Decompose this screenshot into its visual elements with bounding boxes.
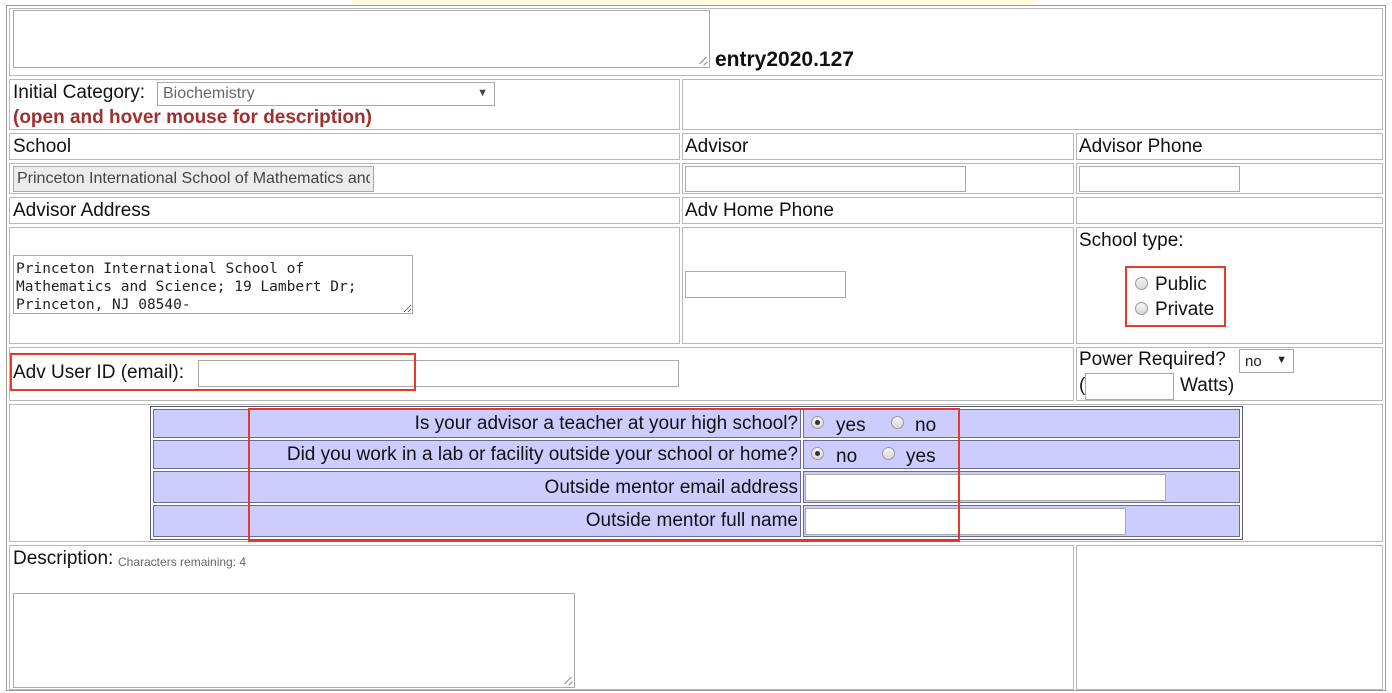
question-2-text: Did you work in a lab or facility outsid… (286, 444, 798, 465)
school-type-private-radio[interactable] (1135, 302, 1148, 315)
description-right-cell (1076, 545, 1383, 690)
school-field (13, 166, 374, 192)
characters-remaining: Characters remaining: 4 (118, 555, 247, 569)
question-1-yes-label: yes (836, 415, 866, 436)
power-selected: no (1245, 353, 1262, 370)
power-label: Power Required? (1079, 349, 1226, 370)
resize-grip-icon[interactable] (564, 677, 572, 685)
question-2-no-label: no (836, 446, 858, 467)
advisor-phone-header: Advisor Phone (1079, 136, 1203, 157)
title-textarea[interactable] (13, 10, 710, 68)
description-textarea[interactable] (13, 593, 575, 688)
advisor-header: Advisor (685, 136, 749, 157)
adv-user-email-field[interactable] (198, 360, 679, 387)
power-select[interactable]: no ▼ (1239, 349, 1294, 373)
school-type-public-radio[interactable] (1135, 277, 1148, 290)
school-type-private-label: Private (1155, 299, 1215, 320)
watts-field[interactable] (1085, 373, 1174, 400)
top-strip (352, 0, 1038, 4)
category-hint: (open and hover mouse for description) (13, 107, 372, 128)
school-type-label: School type: (1079, 230, 1184, 251)
entry-id: entry2020.127 (715, 48, 854, 71)
category-label: Initial Category: (13, 82, 146, 103)
adv-home-phone-header: Adv Home Phone (685, 200, 834, 221)
advisor-address-header: Advisor Address (13, 200, 151, 221)
chevron-down-icon: ▼ (477, 87, 488, 99)
description-label: Description: (13, 548, 114, 569)
question-2-no-radio[interactable] (811, 447, 824, 460)
resize-grip-icon[interactable] (699, 57, 707, 65)
adv-home-phone-field[interactable] (685, 271, 846, 298)
question-4-text: Outside mentor full name (585, 510, 798, 531)
advisor-address-textarea[interactable]: Princeton International School of Mathem… (13, 255, 413, 314)
outside-mentor-email-field[interactable] (805, 474, 1166, 501)
category-select[interactable]: Biochemistry ▼ (157, 82, 495, 106)
adv-user-label: Adv User ID (email): (13, 362, 185, 383)
outside-mentor-name-field[interactable] (805, 508, 1126, 535)
chevron-down-icon: ▼ (1276, 354, 1287, 366)
question-1-answer-cell (803, 409, 1240, 438)
advisor-phone-field[interactable] (1079, 166, 1240, 192)
question-2-yes-radio[interactable] (882, 447, 895, 460)
question-1-yes-radio[interactable] (811, 416, 824, 429)
question-1-text: Is your advisor a teacher at your high s… (414, 413, 798, 434)
school-header-cell (9, 133, 680, 160)
question-2-answer-cell (803, 440, 1240, 469)
advisor-field[interactable] (685, 166, 966, 192)
question-1-no-radio[interactable] (891, 416, 904, 429)
category-selected: Biochemistry (163, 85, 255, 102)
watts-label: Watts) (1180, 375, 1235, 396)
question-1-no-label: no (915, 415, 937, 436)
category-right-cell (682, 79, 1383, 130)
empty-header-cell (1076, 197, 1383, 224)
question-2-yes-label: yes (906, 446, 936, 467)
school-type-public-label: Public (1155, 274, 1207, 295)
school-header: School (13, 136, 72, 157)
question-3-text: Outside mentor email address (544, 477, 798, 498)
